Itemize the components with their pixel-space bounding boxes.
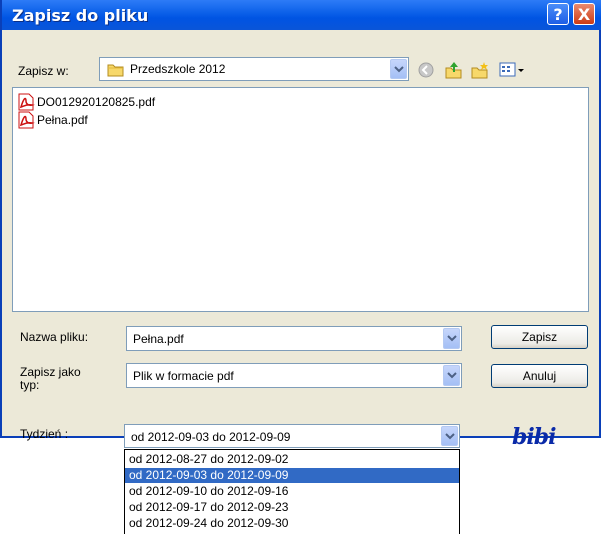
up-folder-icon[interactable] [444, 61, 464, 83]
filetype-value: Plik w formacie pdf [133, 369, 234, 383]
save-in-label: Zapisz w: [18, 64, 69, 78]
save-button[interactable]: Zapisz [491, 325, 588, 349]
save-dialog: Zapisz do pliku ? X Zapisz w: Przedszkol… [0, 0, 601, 441]
filetype-dropdown[interactable]: Plik w formacie pdf [126, 363, 462, 388]
cancel-button[interactable]: Anuluj [491, 364, 588, 388]
dialog-title: Zapisz do pliku [12, 6, 149, 25]
week-option[interactable]: od 2012-09-24 do 2012-09-30 [125, 516, 459, 531]
file-list[interactable]: DO012920120825.pdf Pełna.pdf [12, 87, 589, 312]
week-label: Tydzień : [20, 427, 69, 441]
folder-icon [107, 62, 125, 81]
title-bar[interactable]: Zapisz do pliku ? X [2, 0, 601, 30]
file-name: Pełna.pdf [37, 113, 88, 127]
save-in-value: Przedszkole 2012 [130, 62, 226, 76]
back-icon[interactable] [417, 61, 435, 83]
bibi-logo: bibi [512, 424, 556, 450]
filename-label: Nazwa pliku: [20, 330, 89, 344]
week-dropdown[interactable]: od 2012-09-03 do 2012-09-09 [124, 424, 460, 448]
view-menu-icon[interactable] [499, 61, 525, 83]
pdf-icon [17, 111, 35, 132]
week-value: od 2012-09-03 do 2012-09-09 [131, 430, 291, 444]
file-name: DO012920120825.pdf [37, 95, 156, 109]
new-folder-icon[interactable] [470, 61, 490, 83]
chevron-down-icon[interactable] [441, 426, 458, 446]
help-button[interactable]: ? [547, 3, 569, 25]
chevron-down-icon[interactable] [443, 365, 460, 386]
week-option[interactable]: od 2012-09-10 do 2012-09-16 [125, 484, 459, 499]
week-option[interactable]: od 2012-09-17 do 2012-09-23 [125, 500, 459, 515]
save-in-dropdown[interactable]: Przedszkole 2012 [99, 57, 409, 81]
week-option[interactable]: od 2012-08-27 do 2012-09-02 [125, 452, 459, 467]
filename-field[interactable]: Pełna.pdf [126, 326, 462, 351]
chevron-down-icon[interactable] [443, 328, 460, 349]
chevron-down-icon[interactable] [390, 59, 407, 79]
close-button[interactable]: X [573, 3, 595, 25]
filetype-label: Zapisz jako typ: [20, 365, 81, 392]
filename-value: Pełna.pdf [133, 332, 184, 346]
week-option-selected[interactable]: od 2012-09-03 do 2012-09-09 [125, 468, 459, 483]
week-options-list[interactable]: od 2012-08-27 do 2012-09-02 od 2012-09-0… [124, 449, 460, 534]
